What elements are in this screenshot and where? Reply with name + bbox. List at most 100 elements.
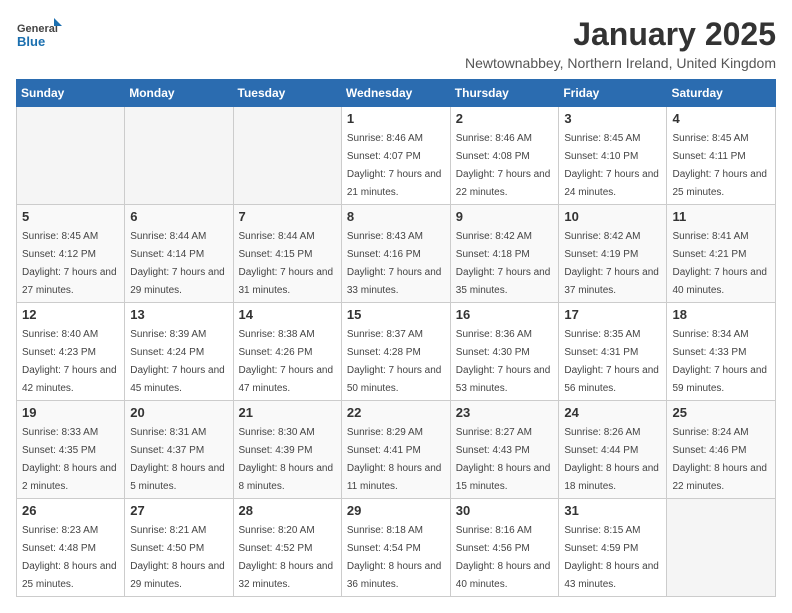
calendar-cell-w4-d1: 19 Sunrise: 8:33 AMSunset: 4:35 PMDaylig… <box>17 401 125 499</box>
day-info: Sunrise: 8:45 AMSunset: 4:12 PMDaylight:… <box>22 231 117 296</box>
title-area: January 2025 Newtownabbey, Northern Irel… <box>465 16 776 71</box>
day-number: 16 <box>456 307 554 322</box>
calendar-cell-w5-d7 <box>667 499 776 597</box>
day-number: 17 <box>564 307 661 322</box>
day-info: Sunrise: 8:34 AMSunset: 4:33 PMDaylight:… <box>672 329 767 394</box>
header-saturday: Saturday <box>667 80 776 107</box>
day-number: 27 <box>130 503 227 518</box>
location-subtitle: Newtownabbey, Northern Ireland, United K… <box>465 55 776 71</box>
day-info: Sunrise: 8:33 AMSunset: 4:35 PMDaylight:… <box>22 427 117 492</box>
day-info: Sunrise: 8:42 AMSunset: 4:18 PMDaylight:… <box>456 231 551 296</box>
day-info: Sunrise: 8:43 AMSunset: 4:16 PMDaylight:… <box>347 231 442 296</box>
day-number: 8 <box>347 209 445 224</box>
calendar-week-2: 5 Sunrise: 8:45 AMSunset: 4:12 PMDayligh… <box>17 205 776 303</box>
header-thursday: Thursday <box>450 80 559 107</box>
calendar-cell-w5-d4: 29 Sunrise: 8:18 AMSunset: 4:54 PMDaylig… <box>341 499 450 597</box>
day-info: Sunrise: 8:16 AMSunset: 4:56 PMDaylight:… <box>456 525 551 590</box>
calendar-cell-w4-d6: 24 Sunrise: 8:26 AMSunset: 4:44 PMDaylig… <box>559 401 667 499</box>
day-info: Sunrise: 8:46 AMSunset: 4:08 PMDaylight:… <box>456 133 551 198</box>
calendar-cell-w4-d7: 25 Sunrise: 8:24 AMSunset: 4:46 PMDaylig… <box>667 401 776 499</box>
calendar-cell-w1-d7: 4 Sunrise: 8:45 AMSunset: 4:11 PMDayligh… <box>667 107 776 205</box>
calendar-cell-w3-d6: 17 Sunrise: 8:35 AMSunset: 4:31 PMDaylig… <box>559 303 667 401</box>
day-info: Sunrise: 8:36 AMSunset: 4:30 PMDaylight:… <box>456 329 551 394</box>
day-number: 31 <box>564 503 661 518</box>
day-number: 12 <box>22 307 119 322</box>
calendar-cell-w1-d1 <box>17 107 125 205</box>
day-number: 15 <box>347 307 445 322</box>
day-info: Sunrise: 8:20 AMSunset: 4:52 PMDaylight:… <box>239 525 334 590</box>
day-number: 22 <box>347 405 445 420</box>
calendar-cell-w2-d6: 10 Sunrise: 8:42 AMSunset: 4:19 PMDaylig… <box>559 205 667 303</box>
day-info: Sunrise: 8:41 AMSunset: 4:21 PMDaylight:… <box>672 231 767 296</box>
calendar-cell-w5-d2: 27 Sunrise: 8:21 AMSunset: 4:50 PMDaylig… <box>125 499 233 597</box>
calendar-cell-w2-d7: 11 Sunrise: 8:41 AMSunset: 4:21 PMDaylig… <box>667 205 776 303</box>
day-number: 9 <box>456 209 554 224</box>
calendar-header-row: Sunday Monday Tuesday Wednesday Thursday… <box>17 80 776 107</box>
header-friday: Friday <box>559 80 667 107</box>
calendar-cell-w1-d5: 2 Sunrise: 8:46 AMSunset: 4:08 PMDayligh… <box>450 107 559 205</box>
calendar-cell-w3-d4: 15 Sunrise: 8:37 AMSunset: 4:28 PMDaylig… <box>341 303 450 401</box>
calendar-cell-w2-d3: 7 Sunrise: 8:44 AMSunset: 4:15 PMDayligh… <box>233 205 341 303</box>
day-number: 1 <box>347 111 445 126</box>
calendar-cell-w5-d1: 26 Sunrise: 8:23 AMSunset: 4:48 PMDaylig… <box>17 499 125 597</box>
day-number: 26 <box>22 503 119 518</box>
day-number: 24 <box>564 405 661 420</box>
calendar-cell-w3-d7: 18 Sunrise: 8:34 AMSunset: 4:33 PMDaylig… <box>667 303 776 401</box>
day-info: Sunrise: 8:35 AMSunset: 4:31 PMDaylight:… <box>564 329 659 394</box>
day-info: Sunrise: 8:21 AMSunset: 4:50 PMDaylight:… <box>130 525 225 590</box>
calendar-cell-w1-d4: 1 Sunrise: 8:46 AMSunset: 4:07 PMDayligh… <box>341 107 450 205</box>
day-info: Sunrise: 8:44 AMSunset: 4:15 PMDaylight:… <box>239 231 334 296</box>
calendar-week-5: 26 Sunrise: 8:23 AMSunset: 4:48 PMDaylig… <box>17 499 776 597</box>
header-wednesday: Wednesday <box>341 80 450 107</box>
day-number: 2 <box>456 111 554 126</box>
day-info: Sunrise: 8:30 AMSunset: 4:39 PMDaylight:… <box>239 427 334 492</box>
calendar-cell-w3-d3: 14 Sunrise: 8:38 AMSunset: 4:26 PMDaylig… <box>233 303 341 401</box>
calendar-week-1: 1 Sunrise: 8:46 AMSunset: 4:07 PMDayligh… <box>17 107 776 205</box>
day-number: 4 <box>672 111 770 126</box>
day-info: Sunrise: 8:42 AMSunset: 4:19 PMDaylight:… <box>564 231 659 296</box>
day-number: 11 <box>672 209 770 224</box>
day-number: 25 <box>672 405 770 420</box>
day-info: Sunrise: 8:37 AMSunset: 4:28 PMDaylight:… <box>347 329 442 394</box>
day-number: 20 <box>130 405 227 420</box>
day-number: 19 <box>22 405 119 420</box>
calendar-cell-w2-d5: 9 Sunrise: 8:42 AMSunset: 4:18 PMDayligh… <box>450 205 559 303</box>
calendar-week-4: 19 Sunrise: 8:33 AMSunset: 4:35 PMDaylig… <box>17 401 776 499</box>
calendar-cell-w4-d5: 23 Sunrise: 8:27 AMSunset: 4:43 PMDaylig… <box>450 401 559 499</box>
day-number: 5 <box>22 209 119 224</box>
calendar-cell-w1-d3 <box>233 107 341 205</box>
logo: General Blue <box>16 16 66 56</box>
calendar-cell-w4-d2: 20 Sunrise: 8:31 AMSunset: 4:37 PMDaylig… <box>125 401 233 499</box>
calendar-cell-w2-d4: 8 Sunrise: 8:43 AMSunset: 4:16 PMDayligh… <box>341 205 450 303</box>
day-number: 7 <box>239 209 336 224</box>
day-number: 3 <box>564 111 661 126</box>
header-tuesday: Tuesday <box>233 80 341 107</box>
day-info: Sunrise: 8:26 AMSunset: 4:44 PMDaylight:… <box>564 427 659 492</box>
calendar-cell-w3-d1: 12 Sunrise: 8:40 AMSunset: 4:23 PMDaylig… <box>17 303 125 401</box>
day-number: 23 <box>456 405 554 420</box>
day-info: Sunrise: 8:29 AMSunset: 4:41 PMDaylight:… <box>347 427 442 492</box>
day-info: Sunrise: 8:24 AMSunset: 4:46 PMDaylight:… <box>672 427 767 492</box>
calendar-cell-w5-d5: 30 Sunrise: 8:16 AMSunset: 4:56 PMDaylig… <box>450 499 559 597</box>
calendar-cell-w1-d6: 3 Sunrise: 8:45 AMSunset: 4:10 PMDayligh… <box>559 107 667 205</box>
day-info: Sunrise: 8:27 AMSunset: 4:43 PMDaylight:… <box>456 427 551 492</box>
day-info: Sunrise: 8:31 AMSunset: 4:37 PMDaylight:… <box>130 427 225 492</box>
calendar-cell-w2-d2: 6 Sunrise: 8:44 AMSunset: 4:14 PMDayligh… <box>125 205 233 303</box>
header: General Blue January 2025 Newtownabbey, … <box>16 16 776 71</box>
svg-text:Blue: Blue <box>17 34 45 49</box>
day-number: 29 <box>347 503 445 518</box>
header-sunday: Sunday <box>17 80 125 107</box>
calendar-table: Sunday Monday Tuesday Wednesday Thursday… <box>16 79 776 597</box>
day-info: Sunrise: 8:39 AMSunset: 4:24 PMDaylight:… <box>130 329 225 394</box>
logo-svg: General Blue <box>16 16 66 56</box>
day-number: 10 <box>564 209 661 224</box>
day-number: 21 <box>239 405 336 420</box>
calendar-cell-w3-d2: 13 Sunrise: 8:39 AMSunset: 4:24 PMDaylig… <box>125 303 233 401</box>
day-number: 14 <box>239 307 336 322</box>
day-number: 28 <box>239 503 336 518</box>
day-info: Sunrise: 8:18 AMSunset: 4:54 PMDaylight:… <box>347 525 442 590</box>
day-info: Sunrise: 8:23 AMSunset: 4:48 PMDaylight:… <box>22 525 117 590</box>
calendar-cell-w1-d2 <box>125 107 233 205</box>
calendar-cell-w3-d5: 16 Sunrise: 8:36 AMSunset: 4:30 PMDaylig… <box>450 303 559 401</box>
day-number: 13 <box>130 307 227 322</box>
